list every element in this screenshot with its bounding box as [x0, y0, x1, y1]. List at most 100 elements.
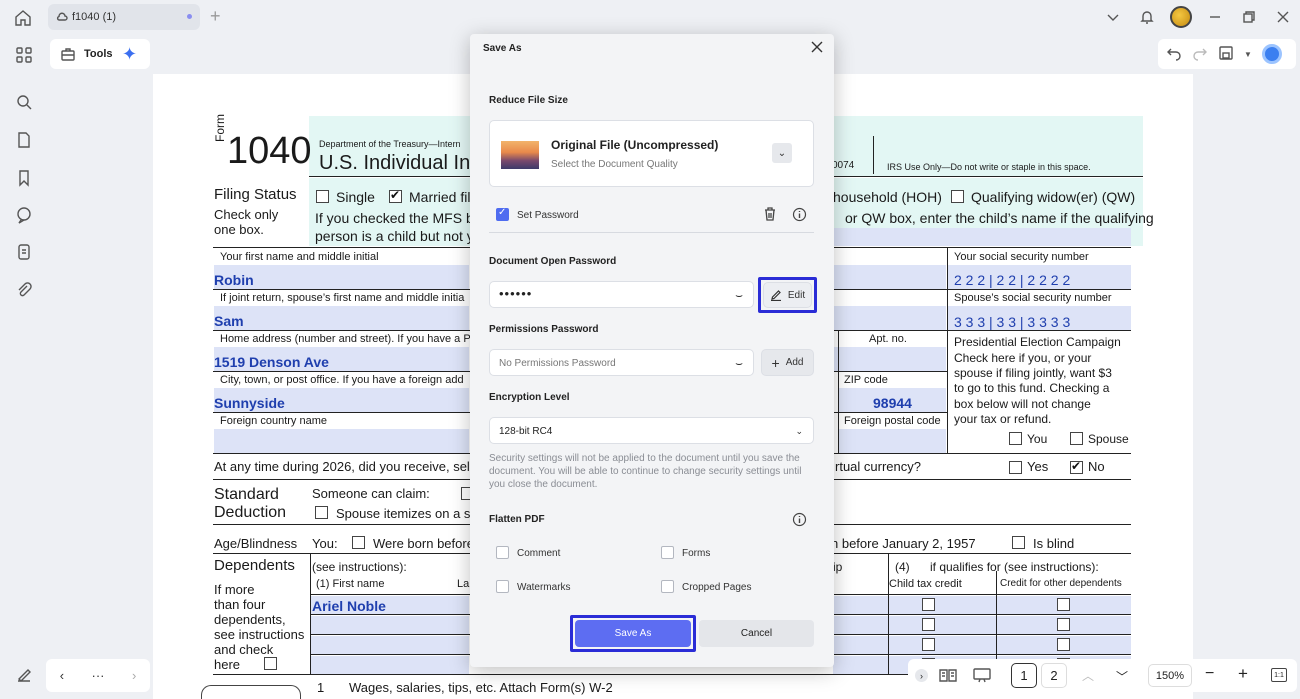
collapse-arrow-icon[interactable]: ›	[915, 669, 928, 682]
unsaved-dot	[187, 14, 192, 19]
cancel-button[interactable]: Cancel	[699, 620, 814, 647]
paperclip-icon[interactable]	[13, 279, 35, 301]
page-icon[interactable]	[13, 129, 35, 151]
other-dep-checkbox[interactable]	[1057, 618, 1070, 631]
bell-icon[interactable]	[1130, 0, 1164, 34]
watermarks-checkbox[interactable]	[496, 580, 509, 593]
virtual-yes-checkbox[interactable]	[1009, 461, 1022, 474]
dependent-name-value[interactable]: Ariel Noble	[312, 598, 386, 614]
sign-icon[interactable]	[13, 664, 35, 686]
spouse-ssn-value[interactable]: 3 3 3 | 3 3 | 3 3 3 3	[954, 314, 1070, 330]
trash-icon[interactable]	[762, 206, 778, 225]
divider	[489, 232, 814, 233]
quality-selector[interactable]: Original File (Uncompressed) Select the …	[489, 120, 814, 187]
bookmark-icon[interactable]	[13, 167, 35, 189]
mfs-note: or QW box, enter the child’s name if the…	[845, 210, 1154, 226]
save-as-button[interactable]: Save As	[575, 620, 691, 647]
book-view-icon[interactable]	[939, 668, 957, 685]
chevron-down-icon[interactable]: ⌄	[772, 143, 792, 163]
married-checkbox[interactable]	[389, 188, 402, 203]
minimize-button[interactable]	[1198, 0, 1232, 34]
virtual-currency-question: rtual currency?	[835, 459, 921, 474]
chevron-down-icon[interactable]	[1096, 0, 1130, 34]
single-checkbox[interactable]	[316, 190, 329, 203]
qw-checkbox[interactable]	[951, 190, 964, 203]
quality-title: Original File (Uncompressed)	[551, 138, 719, 152]
encryption-level-select[interactable]: 128-bit RC4 ⌄	[489, 417, 814, 444]
spouse-first-value[interactable]: Sam	[214, 313, 244, 329]
pec-you-checkbox[interactable]	[1009, 432, 1022, 445]
zoom-in-icon[interactable]: +	[1238, 664, 1248, 684]
form-word: Form	[213, 114, 227, 142]
chevron-down-icon[interactable]: ▼	[1244, 50, 1252, 59]
child-tax-checkbox[interactable]	[922, 598, 935, 611]
close-window-button[interactable]	[1266, 0, 1300, 34]
chevron-down-icon: ⌄	[795, 426, 803, 436]
zip-value[interactable]: 98944	[873, 395, 912, 411]
virtual-no-checkbox[interactable]	[1070, 459, 1083, 474]
add-permissions-button[interactable]: + Add	[761, 349, 814, 376]
hoh-label: household (HOH)	[833, 189, 942, 205]
chevron-right-icon[interactable]: ›	[132, 668, 136, 683]
redo-icon[interactable]	[1192, 45, 1208, 64]
other-dep-checkbox[interactable]	[1057, 638, 1070, 651]
page-nav-left: ‹ ··· ›	[46, 659, 150, 692]
eye-closed-icon[interactable]: ⌣	[735, 288, 743, 303]
qw-label: Qualifying widow(er) (QW)	[971, 189, 1136, 205]
is-blind-checkbox[interactable]	[1012, 536, 1025, 549]
close-icon[interactable]	[810, 40, 824, 59]
flatten-pdf-label: Flatten PDF	[489, 514, 545, 525]
info-icon[interactable]	[792, 207, 807, 225]
other-dep-checkbox[interactable]	[1057, 598, 1070, 611]
chevron-up-icon[interactable]: ︿	[1082, 667, 1094, 684]
chevron-down-icon[interactable]: ﹀	[1116, 668, 1128, 685]
attachment-page-icon[interactable]	[13, 241, 35, 263]
ai-sparkle-icon[interactable]: ✦	[122, 44, 137, 65]
chevron-left-icon[interactable]: ‹	[60, 668, 64, 683]
new-tab-button[interactable]: +	[210, 6, 221, 27]
permissions-password-field[interactable]: No Permissions Password ⌣	[489, 349, 754, 376]
zoom-level[interactable]: 150%	[1148, 664, 1192, 687]
child-tax-checkbox[interactable]	[922, 618, 935, 631]
avatar[interactable]	[1164, 0, 1198, 34]
cropped-pages-checkbox[interactable]	[661, 580, 674, 593]
virtual-yes-label: Yes	[1027, 459, 1049, 474]
ssn-value[interactable]: 2 2 2 | 2 2 | 2 2 2 2	[954, 272, 1070, 288]
restore-button[interactable]	[1232, 0, 1266, 34]
first-name-value[interactable]: Robin	[214, 272, 254, 288]
page-2-button[interactable]: 2	[1041, 663, 1067, 688]
actual-size-icon[interactable]: 1:1	[1271, 668, 1287, 682]
comment-checkbox[interactable]	[496, 546, 509, 559]
home-icon[interactable]	[12, 7, 34, 29]
address-value[interactable]: 1519 Denson Ave	[214, 354, 329, 370]
presentation-icon[interactable]	[973, 667, 991, 686]
dependents-first-name-header: (1) First name	[316, 578, 385, 590]
grid-icon[interactable]	[13, 44, 35, 66]
comment-icon[interactable]	[13, 204, 35, 226]
search-icon[interactable]	[13, 91, 35, 113]
born-before-checkbox[interactable]	[352, 536, 365, 549]
set-password-checkbox[interactable]	[496, 207, 509, 221]
more-dependents-checkbox[interactable]	[264, 657, 277, 670]
assistant-icon[interactable]	[1261, 44, 1282, 64]
undo-icon[interactable]	[1166, 45, 1182, 64]
zoom-out-icon[interactable]: −	[1205, 665, 1214, 683]
security-note: Security settings will not be applied to…	[489, 453, 802, 490]
first-name-label: Your first name and middle initial	[220, 251, 379, 263]
child-tax-checkbox[interactable]	[922, 638, 935, 651]
city-value[interactable]: Sunnyside	[214, 395, 285, 411]
document-tab[interactable]: f1040 (1)	[48, 4, 200, 30]
page-1-button[interactable]: 1	[1011, 663, 1037, 688]
eye-closed-icon[interactable]: ⌣	[735, 356, 743, 371]
save-icon[interactable]	[1218, 45, 1234, 64]
if-more-text: than four	[214, 597, 266, 612]
more-icon[interactable]: ···	[92, 668, 105, 683]
qualifies-header: if qualifies for (see instructions):	[930, 560, 1099, 574]
pec-text: your tax or refund.	[954, 412, 1052, 426]
edit-password-button[interactable]: Edit	[763, 282, 812, 308]
info-icon[interactable]	[792, 512, 807, 530]
forms-checkbox[interactable]	[661, 546, 674, 559]
pec-spouse-checkbox[interactable]	[1070, 432, 1083, 445]
spouse-itemizes-checkbox[interactable]	[315, 506, 328, 519]
open-password-field[interactable]: •••••• ⌣	[489, 281, 754, 308]
